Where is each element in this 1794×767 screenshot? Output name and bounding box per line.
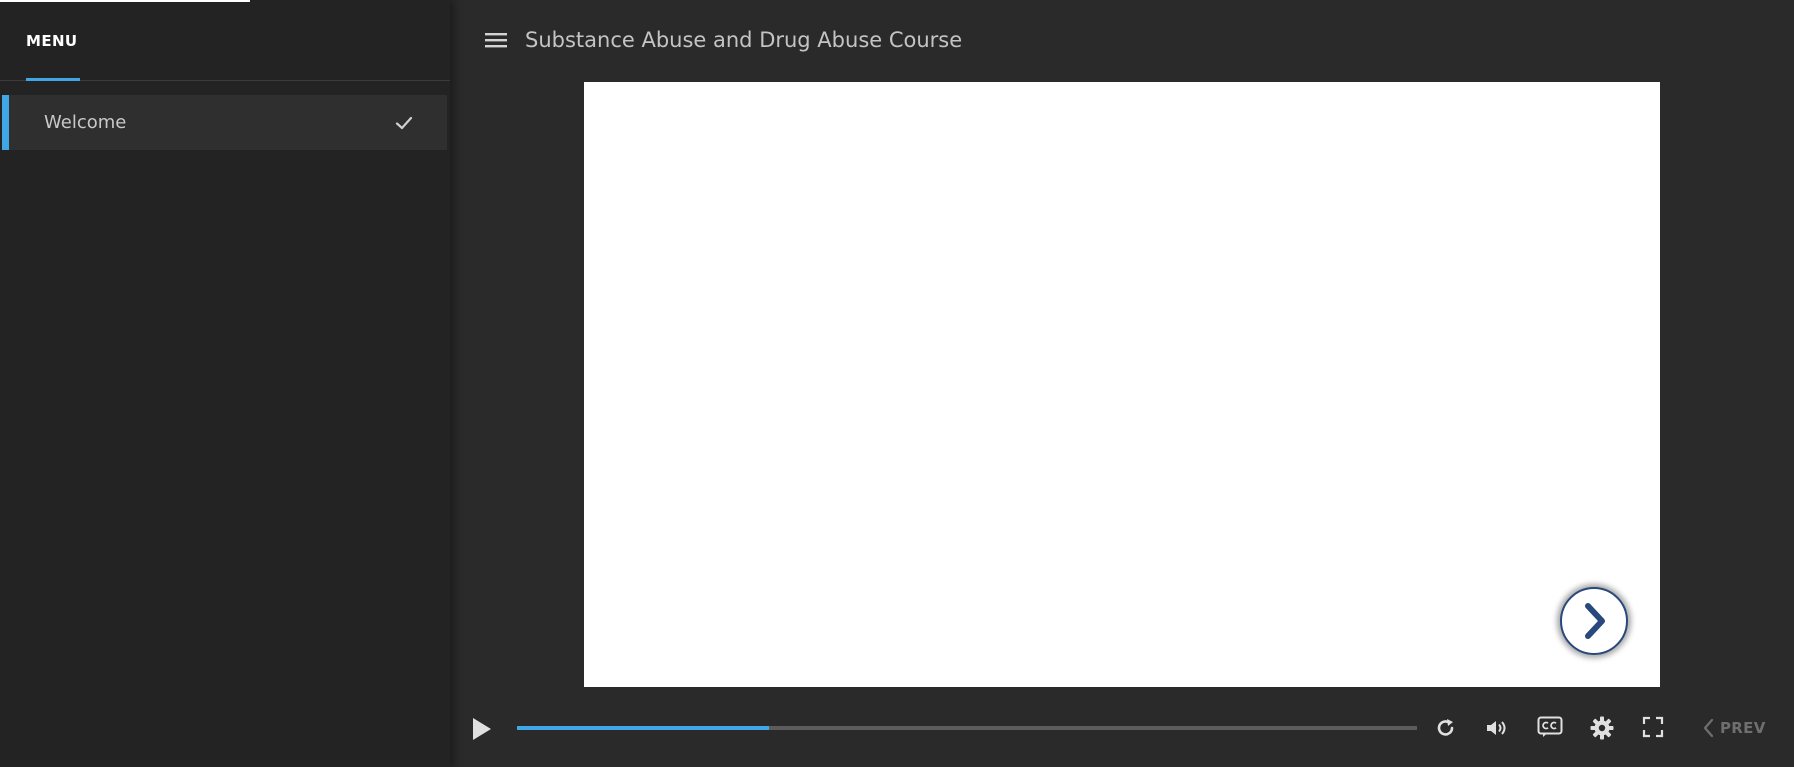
seek-bar[interactable]	[517, 726, 1417, 730]
player-controls: PREV	[450, 700, 1794, 767]
play-icon[interactable]	[470, 716, 494, 742]
tab-menu[interactable]: MENU	[26, 0, 78, 81]
active-item-indicator	[0, 95, 9, 150]
sidebar-header: MENU	[0, 0, 450, 81]
gear-icon[interactable]	[1590, 716, 1614, 740]
chevron-right-icon	[1585, 603, 1605, 639]
course-title: Substance Abuse and Drug Abuse Course	[525, 28, 963, 52]
prev-label: PREV	[1720, 719, 1766, 737]
check-icon	[395, 116, 413, 130]
prev-button[interactable]: PREV	[1702, 714, 1766, 742]
top-bar: Substance Abuse and Drug Abuse Course	[450, 0, 1794, 80]
next-slide-button[interactable]	[1560, 587, 1628, 655]
replay-icon[interactable]	[1434, 716, 1458, 740]
chevron-left-icon	[1703, 718, 1714, 738]
sidebar-item-welcome[interactable]: Welcome	[0, 95, 447, 150]
sidebar: MENU Welcome	[0, 0, 450, 767]
sidebar-item-label: Welcome	[44, 112, 127, 133]
hamburger-icon[interactable]	[478, 26, 514, 56]
seek-progress	[517, 726, 769, 730]
slide-canvas	[584, 82, 1660, 687]
tab-active-indicator	[26, 78, 80, 81]
volume-icon[interactable]	[1485, 716, 1509, 740]
fullscreen-icon[interactable]	[1642, 716, 1664, 738]
closed-captions-icon[interactable]	[1537, 716, 1563, 738]
